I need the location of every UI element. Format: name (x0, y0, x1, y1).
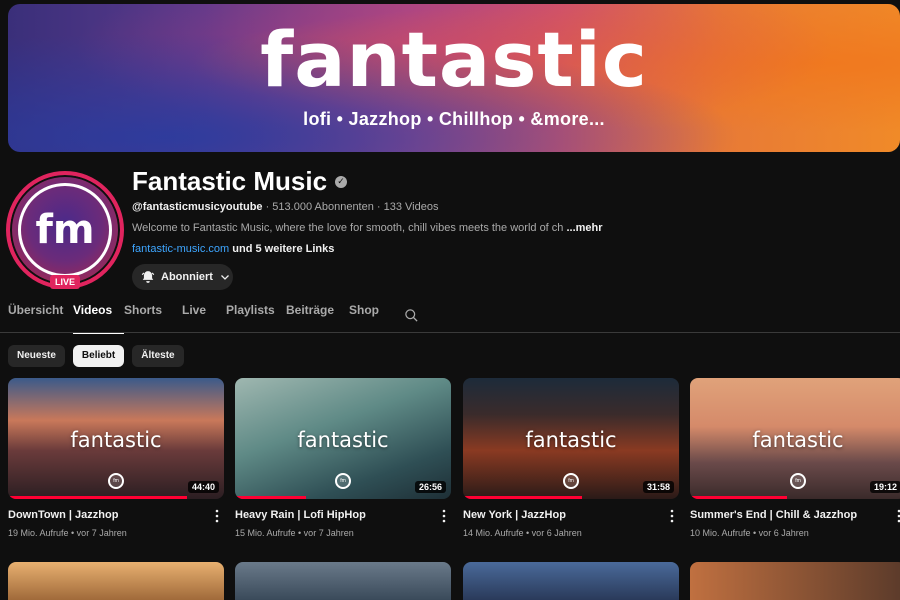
tab-divider (0, 332, 900, 333)
thumbnail-overlay-text: fantastic (525, 428, 617, 452)
channel-meta: @fantasticmusicyoutube · 513.000 Abonnen… (132, 201, 438, 213)
channel-description[interactable]: Welcome to Fantastic Music, where the lo… (132, 222, 603, 234)
video-meta: 19 Mio. Aufrufe • vor 7 Jahren (8, 528, 127, 538)
video-thumbnail[interactable] (463, 562, 679, 600)
channel-links[interactable]: fantastic-music.com und 5 weitere Links (132, 243, 334, 255)
tab-live[interactable]: Live (182, 303, 226, 333)
video-meta: 15 Mio. Aufrufe • vor 7 Jahren (235, 528, 354, 538)
thumbnail-logo-icon: fm (563, 473, 579, 489)
channel-handle: @fantasticmusicyoutube (132, 201, 263, 213)
video-thumbnail[interactable] (235, 562, 451, 600)
video-title[interactable]: DownTown | Jazzhop (8, 509, 118, 521)
tab-uebersicht[interactable]: Übersicht (8, 303, 73, 333)
channel-tabs: Übersicht Videos Shorts Live Playlists B… (8, 303, 389, 334)
subscribed-button[interactable]: Abonniert (132, 264, 233, 290)
video-duration: 44:40 (187, 481, 219, 493)
channel-link[interactable]: fantastic-music.com (132, 243, 229, 255)
video-thumbnail[interactable]: fantastic fm 26:56 (235, 378, 451, 499)
tab-shop[interactable]: Shop (349, 303, 389, 333)
channel-avatar[interactable]: fm LIVE (6, 171, 124, 289)
channel-name-row: Fantastic Music ✓ (132, 166, 348, 197)
search-icon[interactable] (404, 308, 419, 328)
thumbnail-overlay-text: fantastic (297, 428, 389, 452)
channel-stats: · 513.000 Abonnenten · 133 Videos (262, 201, 439, 213)
live-badge: LIVE (50, 275, 80, 289)
verified-icon: ✓ (335, 175, 348, 188)
tab-playlists[interactable]: Playlists (226, 303, 286, 333)
sort-chips: Neueste Beliebt Älteste (8, 345, 184, 367)
chip-newest[interactable]: Neueste (8, 345, 65, 367)
video-card[interactable]: fantastic fm 19:12 Summer's End | Chill … (690, 378, 900, 538)
thumbnail-logo-icon: fm (790, 473, 806, 489)
video-title[interactable]: Heavy Rain | Lofi HipHop (235, 509, 366, 521)
video-duration: 26:56 (414, 481, 446, 493)
video-duration: 31:58 (642, 481, 674, 493)
video-card[interactable]: fantastic fm 31:58 New York | JazzHop 14… (463, 378, 679, 538)
video-thumbnail[interactable] (8, 562, 224, 600)
video-thumbnail[interactable]: fantastic fm 19:12 (690, 378, 900, 499)
avatar-logo: fm (18, 183, 112, 277)
more-options-icon[interactable] (214, 509, 220, 523)
avatar-ring: fm (6, 171, 124, 289)
chip-oldest[interactable]: Älteste (132, 345, 184, 367)
video-thumbnail[interactable] (690, 562, 900, 600)
more-options-icon[interactable] (669, 509, 675, 523)
watch-progress-bar (8, 496, 188, 499)
video-title[interactable]: New York | JazzHop (463, 509, 566, 521)
more-options-icon[interactable] (441, 509, 447, 523)
banner-subtitle: lofi • Jazzhop • Chillhop • &more... (303, 109, 605, 129)
watch-progress-bar (690, 496, 788, 499)
video-title[interactable]: Summer's End | Chill & Jazzhop (690, 509, 857, 521)
video-card[interactable]: fantastic fm 44:40 DownTown | Jazzhop 19… (8, 378, 224, 538)
banner-title: fantastic (260, 15, 648, 104)
description-more-link[interactable]: ...mehr (566, 222, 602, 234)
channel-name: Fantastic Music (132, 166, 328, 196)
more-links[interactable]: und 5 weitere Links (229, 243, 334, 255)
watch-progress-bar (463, 496, 582, 499)
watch-progress-bar (235, 496, 307, 499)
video-thumbnail[interactable]: fantastic fm 44:40 (8, 378, 224, 499)
bell-icon (141, 270, 155, 284)
tab-beitraege[interactable]: Beiträge (286, 303, 349, 333)
video-thumbnail[interactable]: fantastic fm 31:58 (463, 378, 679, 499)
thumbnail-logo-icon: fm (335, 473, 351, 489)
channel-banner: fantastic lofi • Jazzhop • Chillhop • &m… (8, 4, 900, 152)
description-text: Welcome to Fantastic Music, where the lo… (132, 222, 564, 234)
subscribed-label: Abonniert (161, 271, 213, 283)
thumbnail-overlay-text: fantastic (752, 428, 844, 452)
video-duration: 19:12 (869, 481, 900, 493)
chevron-down-icon (219, 271, 231, 283)
more-options-icon[interactable] (896, 509, 900, 523)
video-card[interactable]: fantastic fm 26:56 Heavy Rain | Lofi Hip… (235, 378, 451, 538)
video-meta: 10 Mio. Aufrufe • vor 6 Jahren (690, 528, 809, 538)
video-meta: 14 Mio. Aufrufe • vor 6 Jahren (463, 528, 582, 538)
chip-popular[interactable]: Beliebt (72, 345, 125, 367)
thumbnail-overlay-text: fantastic (70, 428, 162, 452)
tab-shorts[interactable]: Shorts (124, 303, 182, 333)
tab-videos[interactable]: Videos (73, 303, 124, 334)
thumbnail-logo-icon: fm (108, 473, 124, 489)
